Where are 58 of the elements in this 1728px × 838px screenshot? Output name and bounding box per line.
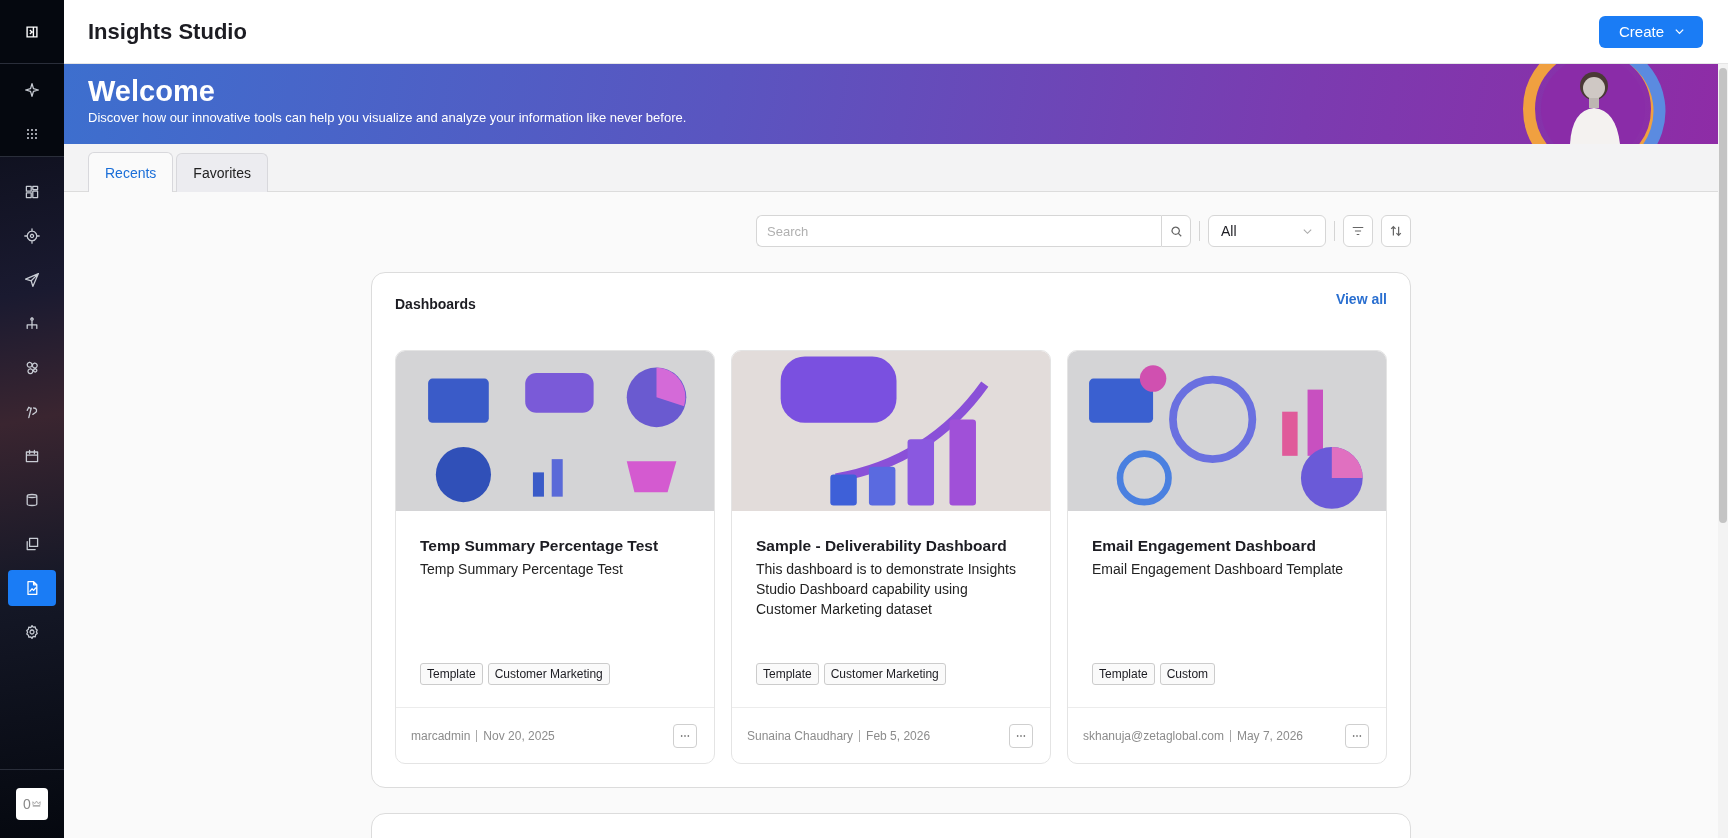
tag: Template (1092, 663, 1155, 685)
dashboard-card[interactable]: Temp Summary Percentage Test Temp Summary Percentage Test Template Customer Marketing marcadmin Nov 20, 2025 (395, 350, 715, 764)
target-icon (24, 228, 40, 244)
settings-icon (24, 624, 40, 640)
credits-count: 0 (23, 796, 31, 812)
send-icon (24, 272, 40, 288)
scrollbar[interactable] (1718, 64, 1728, 838)
tab[interactable]: Recents (88, 152, 174, 192)
filter-icon (1351, 224, 1365, 238)
card-date: Feb 5, 2026 (859, 729, 931, 742)
card-date: May 7, 2026 (1229, 729, 1303, 742)
card-author: skhanuja@zetaglobal.com (1083, 728, 1224, 743)
more-icon (1016, 733, 1026, 738)
welcome-subtitle: Discover how our innovative tools can help you visualize and analyze your information like never before. (88, 110, 687, 125)
tag: Template (756, 663, 819, 685)
section-title: Dashboards (395, 295, 476, 312)
dashboard-card[interactable]: Sample - Deliverability Dashboard This dashboard is to demonstrate Insights Studio Dashboard capability using Customer Marketing dataset Template Customer Marketing Sunaina Chaudhary Feb 5, 2026 (731, 350, 1051, 764)
circles-icon (24, 360, 40, 376)
tag: Customer Marketing (487, 663, 610, 685)
dashboard-icon (24, 184, 40, 200)
sort-button[interactable] (1381, 215, 1411, 247)
card-author: Sunaina Chaudhary (747, 728, 854, 743)
card-description: Email Engagement Dashboard Template (1092, 560, 1345, 579)
tag: Custom (1159, 663, 1216, 685)
search-button[interactable] (1161, 215, 1191, 247)
card-title: Email Engagement Dashboard (1092, 537, 1317, 555)
card-description: Temp Summary Percentage Test (420, 560, 624, 579)
sidebar-toggle-icon[interactable] (25, 24, 39, 39)
card-date: Nov 20, 2025 (476, 729, 555, 742)
tag: Template (420, 663, 483, 685)
search-field[interactable]: Search (756, 215, 1161, 247)
credits-badge[interactable]: 0 (16, 788, 48, 820)
database-icon (24, 492, 40, 508)
sparkle-icon (24, 82, 40, 98)
more-icon (1352, 733, 1362, 738)
filter-dropdown[interactable]: All (1208, 215, 1326, 247)
card-author: marcadmin (411, 728, 471, 743)
crown-icon (31, 800, 41, 808)
dots-grid-icon (24, 126, 40, 142)
more-icon (680, 733, 690, 738)
copy-icon (24, 536, 40, 552)
tag: Customer Marketing (823, 663, 946, 685)
sort-icon (1389, 224, 1403, 238)
report-icon (24, 580, 40, 596)
chevron-down-icon (1674, 26, 1685, 37)
card-description: This dashboard is to demonstrate Insights Studio Dashboard capability using Customer Marketing dataset (756, 560, 1017, 619)
curved-arrow-icon (24, 404, 40, 420)
page-title: Insights Studio (88, 18, 247, 45)
calendar-icon (24, 448, 40, 464)
welcome-title: Welcome (88, 74, 216, 108)
dashboard-card[interactable]: Email Engagement Dashboard Email Engagement Dashboard Template Template Custom skhanuja@zetaglobal.com May 7, 2026 (1067, 350, 1387, 764)
create-button[interactable]: Create (1598, 15, 1703, 48)
card-title: Sample - Deliverability Dashboard (756, 537, 1008, 555)
search-icon (1169, 224, 1183, 238)
card-title: Temp Summary Percentage Test (420, 537, 660, 555)
tab[interactable]: Favorites (176, 153, 268, 192)
view-all-link[interactable]: View all (1335, 291, 1387, 307)
hierarchy-icon (24, 316, 40, 332)
